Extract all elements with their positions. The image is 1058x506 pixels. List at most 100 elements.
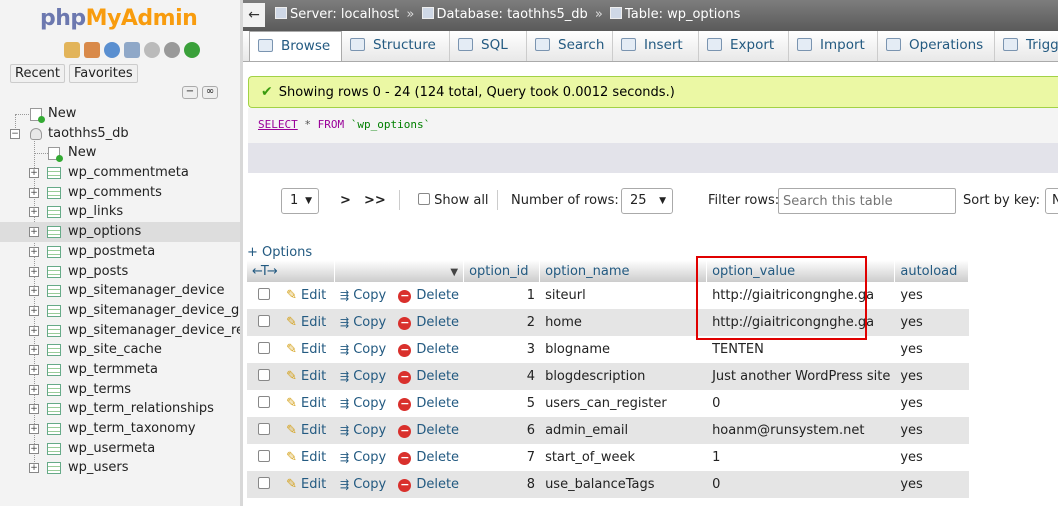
sidebar-item-wp-options[interactable]: + wp_options: [0, 222, 240, 242]
delete-link[interactable]: − Delete: [398, 369, 459, 384]
cell-option-name[interactable]: start_of_week: [540, 444, 708, 471]
tab-operations[interactable]: Operations: [878, 31, 995, 61]
cell-autoload[interactable]: yes: [895, 309, 970, 336]
link-icon[interactable]: ∞: [202, 86, 218, 99]
sidebar-item-wp-comments[interactable]: + wp_comments: [0, 183, 240, 203]
delete-link[interactable]: − Delete: [398, 450, 459, 465]
cell-option-name[interactable]: users_can_register: [540, 390, 708, 417]
tab-sql[interactable]: SQL: [450, 31, 527, 61]
recent-button[interactable]: Recent: [10, 64, 65, 83]
edit-link[interactable]: ✎ Edit: [286, 396, 326, 411]
sidebar-item-wp-usermeta[interactable]: + wp_usermeta: [0, 439, 240, 459]
breadcrumb-table[interactable]: Table: wp_options: [625, 7, 740, 22]
tree-new-server[interactable]: New: [0, 104, 240, 124]
help-icon[interactable]: [104, 42, 120, 58]
collapse-icon[interactable]: −: [10, 128, 20, 139]
edit-link[interactable]: ✎ Edit: [286, 342, 326, 357]
cell-option-name[interactable]: blogdescription: [540, 363, 708, 390]
favorites-button[interactable]: Favorites: [68, 64, 138, 83]
cell-autoload[interactable]: yes: [895, 390, 970, 417]
expand-icon[interactable]: +: [29, 384, 39, 395]
cell-autoload[interactable]: yes: [895, 363, 970, 390]
cell-option-value[interactable]: 1: [707, 444, 896, 471]
sidebar-item-wp-postmeta[interactable]: + wp_postmeta: [0, 242, 240, 262]
edit-link[interactable]: ✎ Edit: [286, 369, 326, 384]
delete-link[interactable]: − Delete: [398, 477, 459, 492]
tree-database[interactable]: − taothhs5_db: [0, 124, 240, 144]
expand-icon[interactable]: +: [29, 305, 39, 316]
sidebar-item-wp-sitemanager-device[interactable]: + wp_sitemanager_device: [0, 281, 240, 301]
expand-icon[interactable]: +: [29, 463, 39, 474]
delete-link[interactable]: − Delete: [398, 288, 459, 303]
tab-structure[interactable]: Structure: [342, 31, 450, 61]
reload-icon[interactable]: [184, 42, 200, 58]
cell-option-name[interactable]: blogname: [540, 336, 708, 363]
expand-icon[interactable]: +: [29, 207, 39, 218]
expand-icon[interactable]: +: [29, 246, 39, 257]
expand-icon[interactable]: +: [29, 266, 39, 277]
logout-icon[interactable]: [84, 42, 100, 58]
column-header[interactable]: autoload: [895, 260, 970, 282]
settings-icon[interactable]: [144, 42, 160, 58]
tab-trigg[interactable]: Trigg: [995, 31, 1058, 61]
delete-link[interactable]: − Delete: [398, 342, 459, 357]
row-checkbox[interactable]: [258, 288, 270, 300]
sidebar-item-wp-users[interactable]: + wp_users: [0, 458, 240, 478]
expand-icon[interactable]: +: [29, 325, 39, 336]
edit-link[interactable]: ✎ Edit: [286, 315, 326, 330]
cell-option-value[interactable]: 0: [707, 390, 896, 417]
tab-import[interactable]: Import: [789, 31, 878, 61]
expand-icon[interactable]: +: [29, 168, 39, 179]
delete-link[interactable]: − Delete: [398, 396, 459, 411]
tab-export[interactable]: Export: [699, 31, 789, 61]
filter-rows-input[interactable]: [778, 188, 956, 214]
copy-link[interactable]: ⇶ Copy: [340, 450, 386, 465]
tree-new-table[interactable]: New: [0, 143, 240, 163]
copy-link[interactable]: ⇶ Copy: [340, 423, 386, 438]
sidebar-item-wp-site-cache[interactable]: + wp_site_cache: [0, 340, 240, 360]
cell-option-name[interactable]: home: [540, 309, 708, 336]
edit-link[interactable]: ✎ Edit: [286, 450, 326, 465]
cell-option-name[interactable]: admin_email: [540, 417, 708, 444]
breadcrumb-database[interactable]: Database: taothhs5_db: [437, 7, 588, 22]
sidebar-item-wp-posts[interactable]: + wp_posts: [0, 262, 240, 282]
expand-icon[interactable]: +: [29, 286, 39, 297]
tab-insert[interactable]: Insert: [613, 31, 699, 61]
sidebar-item-wp-term-taxonomy[interactable]: + wp_term_taxonomy: [0, 419, 240, 439]
rows-select[interactable]: 25 ▼: [621, 188, 673, 214]
show-all-checkbox[interactable]: Show all: [418, 193, 489, 208]
gear-icon[interactable]: [164, 42, 180, 58]
cell-autoload[interactable]: yes: [895, 417, 970, 444]
cell-option-id[interactable]: 2: [464, 309, 541, 336]
copy-link[interactable]: ⇶ Copy: [340, 477, 386, 492]
expand-icon[interactable]: +: [29, 404, 39, 415]
cell-option-id[interactable]: 4: [464, 363, 541, 390]
column-arrows[interactable]: ←T→: [247, 260, 335, 282]
column-header[interactable]: option_id: [464, 260, 541, 282]
copy-link[interactable]: ⇶ Copy: [340, 288, 386, 303]
cell-option-id[interactable]: 6: [464, 417, 541, 444]
cell-option-id[interactable]: 5: [464, 390, 541, 417]
column-sort-menu[interactable]: ▼: [335, 260, 465, 282]
cell-option-value[interactable]: 0: [707, 471, 896, 498]
cell-option-value[interactable]: TENTEN: [707, 336, 896, 363]
cell-option-value[interactable]: http://giaitricongnghe.ga: [707, 282, 896, 309]
row-checkbox[interactable]: [258, 423, 270, 435]
edit-link[interactable]: ✎ Edit: [286, 288, 326, 303]
options-link[interactable]: + Options: [247, 245, 312, 260]
cell-autoload[interactable]: yes: [895, 444, 970, 471]
tab-search[interactable]: Search: [527, 31, 613, 61]
row-checkbox[interactable]: [258, 396, 270, 408]
copy-link[interactable]: ⇶ Copy: [340, 396, 386, 411]
expand-icon[interactable]: +: [29, 424, 39, 434]
sort-key-select[interactable]: N: [1045, 188, 1058, 214]
cell-autoload[interactable]: yes: [895, 282, 970, 309]
row-checkbox[interactable]: [258, 450, 270, 462]
cell-option-id[interactable]: 1: [464, 282, 541, 309]
page-select[interactable]: 1 ▼: [281, 188, 319, 214]
cell-option-value[interactable]: http://giaitricongnghe.ga: [707, 309, 896, 336]
cell-option-name[interactable]: siteurl: [540, 282, 708, 309]
column-header[interactable]: option_name: [540, 260, 708, 282]
tab-browse[interactable]: Browse: [249, 31, 342, 61]
row-checkbox[interactable]: [258, 315, 270, 327]
